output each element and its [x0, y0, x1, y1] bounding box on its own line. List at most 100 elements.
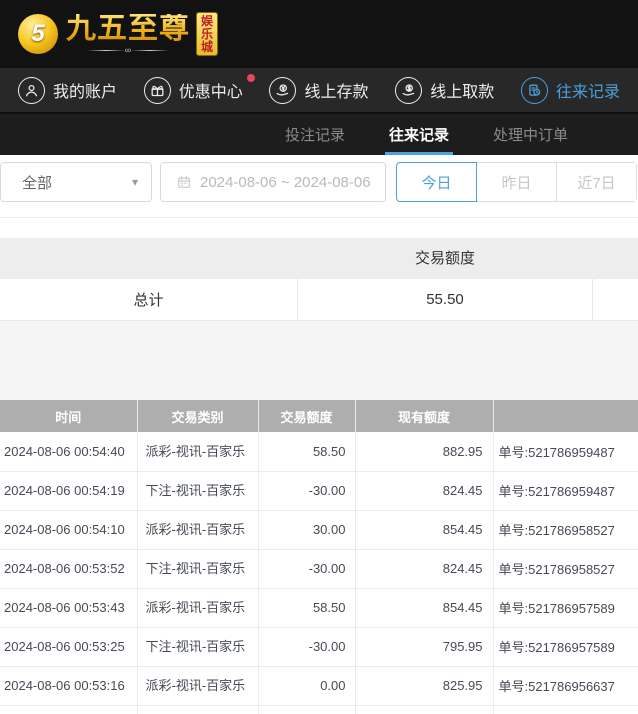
table-row: 2024-08-06 00:54:40 派彩-视讯-百家乐 58.50 882.… [0, 432, 638, 471]
cell-type: 派彩-视讯-百家乐 [137, 510, 258, 549]
cell-amount: -30.00 [258, 471, 355, 510]
tab-transaction-records[interactable]: 往来记录 [385, 114, 453, 155]
cell-time: 2024-08-06 00:53:43 [0, 588, 137, 627]
calendar-icon [176, 174, 192, 190]
type-select-value: 全部 [22, 172, 52, 193]
cell-time [0, 705, 137, 714]
summary-empty-cell [593, 279, 638, 320]
header-type: 交易类别 [137, 400, 258, 432]
cell-amount: 0.00 [258, 666, 355, 705]
cell-type: 下注-视讯-百家乐 [137, 471, 258, 510]
table-row: 2024-08-06 00:54:10 派彩-视讯-百家乐 30.00 854.… [0, 510, 638, 549]
withdraw-icon [395, 77, 422, 104]
quick-date-button-group: 今日 昨日 近7日 [396, 162, 637, 202]
cell-balance [355, 705, 493, 714]
cell-type: 派彩-视讯-百家乐 [137, 666, 258, 705]
table-row: 2024-08-06 00:54:19 下注-视讯-百家乐 -30.00 824… [0, 471, 638, 510]
record-tabs-bar: 投注记录 往来记录 处理中订单 [0, 112, 638, 155]
cell-amount [258, 705, 355, 714]
table-header-row: 时间 交易类别 交易额度 现有额度 [0, 400, 638, 432]
cell-balance: 824.45 [355, 549, 493, 588]
nav-item-deposit[interactable]: 线上存款 [269, 77, 368, 104]
date-range-value: 2024-08-06 ~ 2024-08-06 [200, 174, 371, 191]
cell-balance: 882.95 [355, 432, 493, 471]
last-7-days-button[interactable]: 近7日 [557, 163, 636, 201]
cell-type: 派彩-视讯-百家乐 [137, 432, 258, 471]
header-balance: 现有额度 [355, 400, 493, 432]
filter-section: 全部 ▾ 2024-08-06 ~ 2024-08-06 今日 昨日 近7日 [0, 162, 638, 238]
cell-type: 下注-视讯-百家乐 [137, 705, 258, 714]
brand-title: 九五至尊 [66, 14, 190, 44]
tab-betting-records[interactable]: 投注记录 [281, 114, 349, 155]
deposit-icon [269, 77, 296, 104]
cell-amount: 58.50 [258, 432, 355, 471]
table-row: 2024-08-06 00:53:43 派彩-视讯-百家乐 58.50 854.… [0, 588, 638, 627]
gift-icon [144, 77, 171, 104]
cell-order: 单号:521786957589 [493, 588, 638, 627]
cell-order: 单号:521786959487 [493, 432, 638, 471]
table-row: 2024-08-06 00:53:52 下注-视讯-百家乐 -30.00 824… [0, 549, 638, 588]
tab-pending-orders[interactable]: 处理中订单 [489, 114, 572, 155]
user-icon [18, 77, 45, 104]
cell-balance: 854.45 [355, 510, 493, 549]
chevron-down-icon: ▾ [132, 175, 138, 189]
brand-flourish-ornament: ∞ [87, 46, 169, 54]
cell-order: 单号:521786959487 [493, 471, 638, 510]
header-amount: 交易额度 [258, 400, 355, 432]
main-navbar: 我的账户 优惠中心 线上存款 线上取款 往来记录 [0, 68, 638, 112]
cell-order: 单号:521786958527 [493, 549, 638, 588]
transactions-table-wrap[interactable]: 时间 交易类别 交易额度 现有额度 2024-08-06 00:54:40 派彩… [0, 400, 638, 714]
nav-item-label: 线上存款 [304, 78, 368, 102]
table-row: 2024-08-06 00:53:25 下注-视讯-百家乐 -30.00 795… [0, 627, 638, 666]
cell-order: 单号:521786957589 [493, 627, 638, 666]
cell-time: 2024-08-06 00:53:52 [0, 549, 137, 588]
notification-dot [247, 74, 255, 82]
table-row: 下注-视讯-百家乐 [0, 705, 638, 714]
filter-divider [0, 217, 638, 238]
cell-balance: 825.95 [355, 666, 493, 705]
cell-amount: -30.00 [258, 549, 355, 588]
cell-amount: 30.00 [258, 510, 355, 549]
top-brand-bar: 5 九五至尊 ∞ 娱 乐 城 [0, 0, 638, 68]
header-time: 时间 [0, 400, 137, 432]
section-spacer [0, 321, 638, 400]
date-range-input[interactable]: 2024-08-06 ~ 2024-08-06 [160, 162, 386, 202]
cell-order: 单号:521786958527 [493, 510, 638, 549]
cell-time: 2024-08-06 00:54:19 [0, 471, 137, 510]
cell-type: 下注-视讯-百家乐 [137, 627, 258, 666]
yesterday-button[interactable]: 昨日 [477, 163, 557, 201]
cell-time: 2024-08-06 00:54:40 [0, 432, 137, 471]
cell-order [493, 705, 638, 714]
cell-time: 2024-08-06 00:53:25 [0, 627, 137, 666]
cell-time: 2024-08-06 00:54:10 [0, 510, 137, 549]
nav-item-promotions[interactable]: 优惠中心 [144, 77, 243, 104]
nav-item-withdraw[interactable]: 线上取款 [395, 77, 494, 104]
cell-type: 下注-视讯-百家乐 [137, 549, 258, 588]
today-button[interactable]: 今日 [396, 162, 477, 202]
cell-type: 派彩-视讯-百家乐 [137, 588, 258, 627]
brand-block: 九五至尊 ∞ [66, 14, 190, 54]
nav-item-label: 我的账户 [53, 78, 117, 102]
records-icon [521, 77, 548, 104]
nav-item-transaction-records[interactable]: 往来记录 [521, 77, 620, 104]
cell-balance: 824.45 [355, 471, 493, 510]
cell-order: 单号:521786956637 [493, 666, 638, 705]
nav-item-label: 往来记录 [556, 78, 620, 102]
header-order [493, 400, 638, 432]
table-row: 2024-08-06 00:53:16 派彩-视讯-百家乐 0.00 825.9… [0, 666, 638, 705]
type-select-dropdown[interactable]: 全部 ▾ [0, 162, 152, 202]
active-tab-underline [385, 152, 453, 155]
nav-item-my-account[interactable]: 我的账户 [18, 77, 117, 104]
nav-item-label: 线上取款 [430, 78, 494, 102]
summary-total-value: 55.50 [297, 279, 593, 320]
summary-total-row: 总计 55.50 [0, 279, 638, 321]
cell-balance: 795.95 [355, 627, 493, 666]
nav-item-label: 优惠中心 [179, 78, 243, 102]
cell-balance: 854.45 [355, 588, 493, 627]
cell-amount: 58.50 [258, 588, 355, 627]
logo-glyph: 5 [31, 20, 44, 48]
brand-logo-coin: 5 [18, 14, 58, 54]
brand-badge: 娱 乐 城 [196, 12, 218, 56]
cell-amount: -30.00 [258, 627, 355, 666]
summary-header-amount: 交易额度 [297, 238, 593, 279]
